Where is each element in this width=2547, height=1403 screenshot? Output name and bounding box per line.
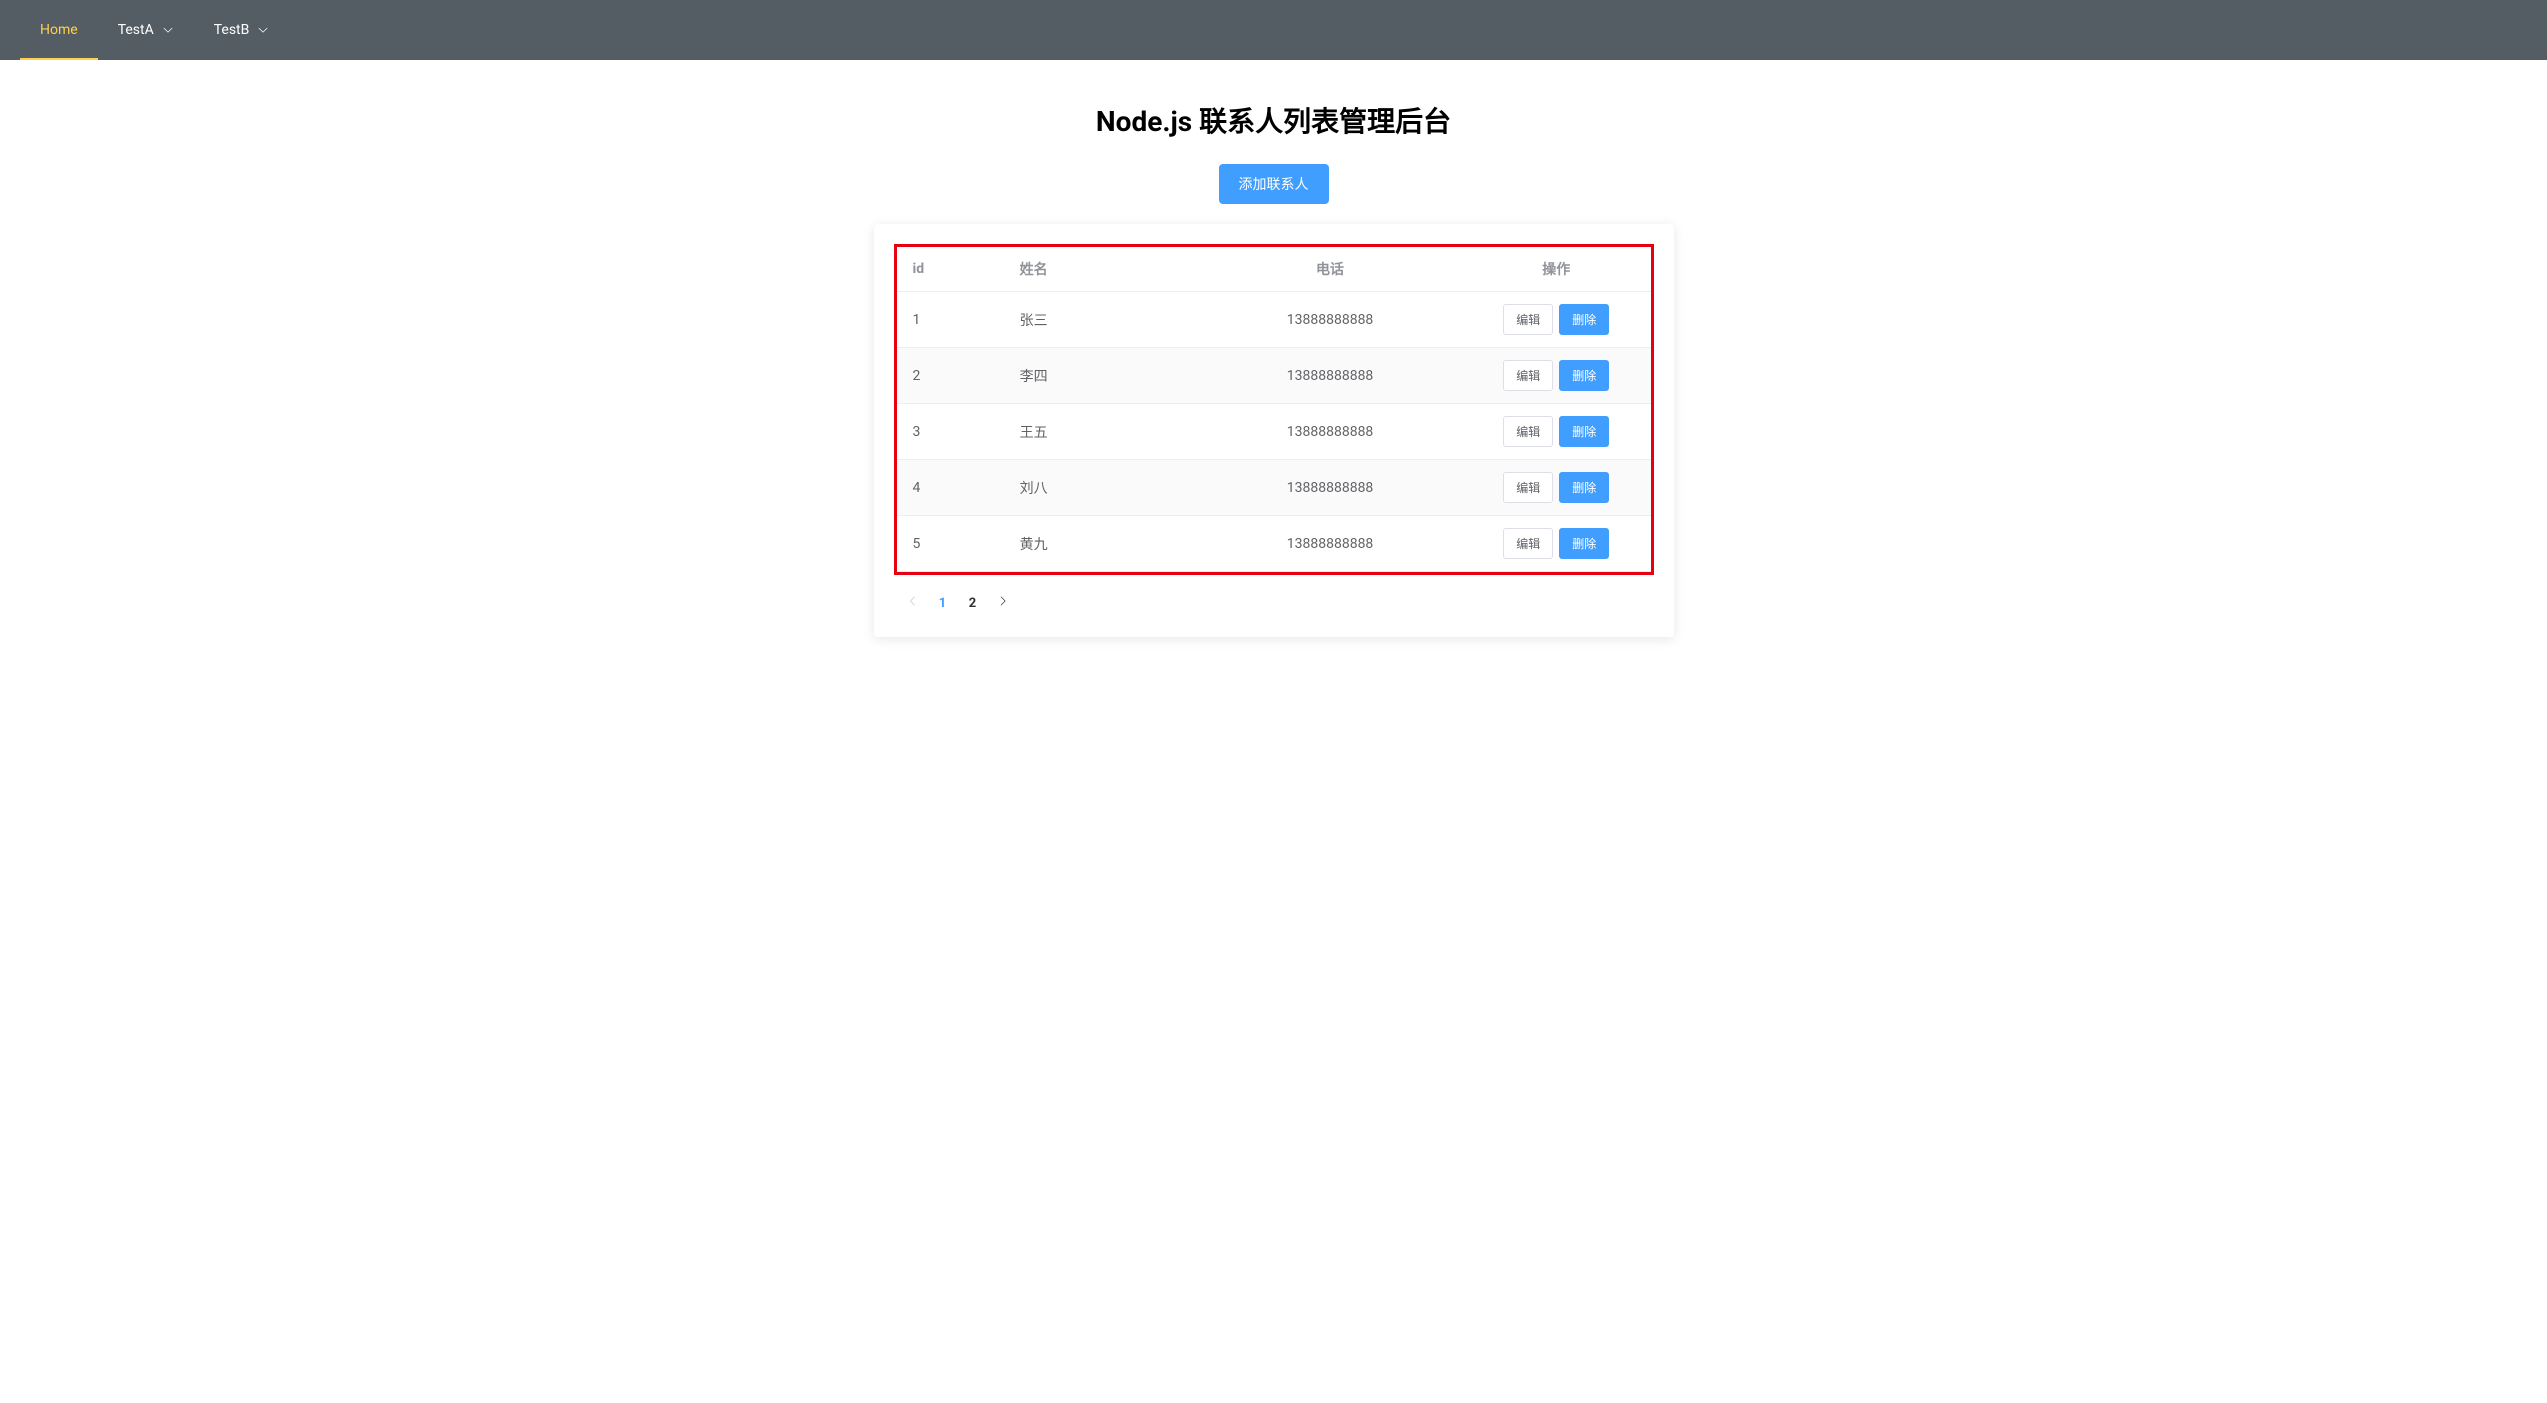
table-row: 2李四13888888888编辑删除: [897, 348, 1651, 404]
page-title: Node.js 联系人列表管理后台: [0, 100, 2547, 140]
cell-phone: 13888888888: [1198, 404, 1462, 460]
nav-item-label: TestB: [214, 22, 250, 38]
edit-button[interactable]: 编辑: [1503, 304, 1553, 335]
cell-phone: 13888888888: [1198, 292, 1462, 348]
pagination-page-1[interactable]: 1: [928, 589, 958, 617]
delete-button[interactable]: 删除: [1559, 304, 1609, 335]
top-nav: Home TestA TestB: [0, 0, 2547, 60]
pagination: 12: [894, 575, 1654, 617]
chevron-left-icon: [907, 595, 919, 611]
edit-button[interactable]: 编辑: [1503, 416, 1553, 447]
contacts-card: id 姓名 电话 操作 1张三13888888888编辑删除2李四1388888…: [874, 224, 1674, 637]
cell-name: 张三: [1010, 292, 1199, 348]
cell-name: 刘八: [1010, 460, 1199, 516]
column-header-id: id: [897, 247, 1010, 292]
column-header-name: 姓名: [1010, 247, 1199, 292]
cell-id: 5: [897, 516, 1010, 572]
cell-id: 3: [897, 404, 1010, 460]
edit-button[interactable]: 编辑: [1503, 472, 1553, 503]
cell-phone: 13888888888: [1198, 516, 1462, 572]
column-header-phone: 电话: [1198, 247, 1462, 292]
cell-name: 李四: [1010, 348, 1199, 404]
pagination-prev[interactable]: [898, 589, 928, 617]
edit-button[interactable]: 编辑: [1503, 528, 1553, 559]
table-highlight-box: id 姓名 电话 操作 1张三13888888888编辑删除2李四1388888…: [894, 244, 1654, 575]
delete-button[interactable]: 删除: [1559, 528, 1609, 559]
table-row: 5黄九13888888888编辑删除: [897, 516, 1651, 572]
cell-id: 1: [897, 292, 1010, 348]
cell-name: 王五: [1010, 404, 1199, 460]
cell-id: 4: [897, 460, 1010, 516]
main-container: Node.js 联系人列表管理后台 添加联系人 id 姓名 电话 操作 1张三1…: [0, 60, 2547, 637]
delete-button[interactable]: 删除: [1559, 360, 1609, 391]
cell-action: 编辑删除: [1462, 460, 1651, 516]
delete-button[interactable]: 删除: [1559, 416, 1609, 447]
cell-phone: 13888888888: [1198, 348, 1462, 404]
cell-name: 黄九: [1010, 516, 1199, 572]
add-contact-button[interactable]: 添加联系人: [1219, 164, 1329, 204]
cell-action: 编辑删除: [1462, 292, 1651, 348]
chevron-down-icon: [257, 24, 269, 36]
cell-id: 2: [897, 348, 1010, 404]
pagination-pages: 12: [928, 589, 988, 617]
chevron-right-icon: [997, 595, 1009, 611]
cell-phone: 13888888888: [1198, 460, 1462, 516]
column-header-action: 操作: [1462, 247, 1651, 292]
table-header-row: id 姓名 电话 操作: [897, 247, 1651, 292]
table-row: 3王五13888888888编辑删除: [897, 404, 1651, 460]
pagination-next[interactable]: [988, 589, 1018, 617]
cell-action: 编辑删除: [1462, 404, 1651, 460]
contacts-table: id 姓名 电话 操作 1张三13888888888编辑删除2李四1388888…: [897, 247, 1651, 572]
pagination-page-2[interactable]: 2: [958, 589, 988, 617]
table-row: 4刘八13888888888编辑删除: [897, 460, 1651, 516]
table-body: 1张三13888888888编辑删除2李四13888888888编辑删除3王五1…: [897, 292, 1651, 572]
nav-item-testa[interactable]: TestA: [98, 0, 194, 60]
nav-item-home[interactable]: Home: [20, 0, 98, 60]
cell-action: 编辑删除: [1462, 348, 1651, 404]
delete-button[interactable]: 删除: [1559, 472, 1609, 503]
edit-button[interactable]: 编辑: [1503, 360, 1553, 391]
cell-action: 编辑删除: [1462, 516, 1651, 572]
nav-item-label: TestA: [118, 22, 154, 38]
chevron-down-icon: [162, 24, 174, 36]
nav-item-label: Home: [40, 22, 78, 38]
nav-item-testb[interactable]: TestB: [194, 0, 290, 60]
table-row: 1张三13888888888编辑删除: [897, 292, 1651, 348]
